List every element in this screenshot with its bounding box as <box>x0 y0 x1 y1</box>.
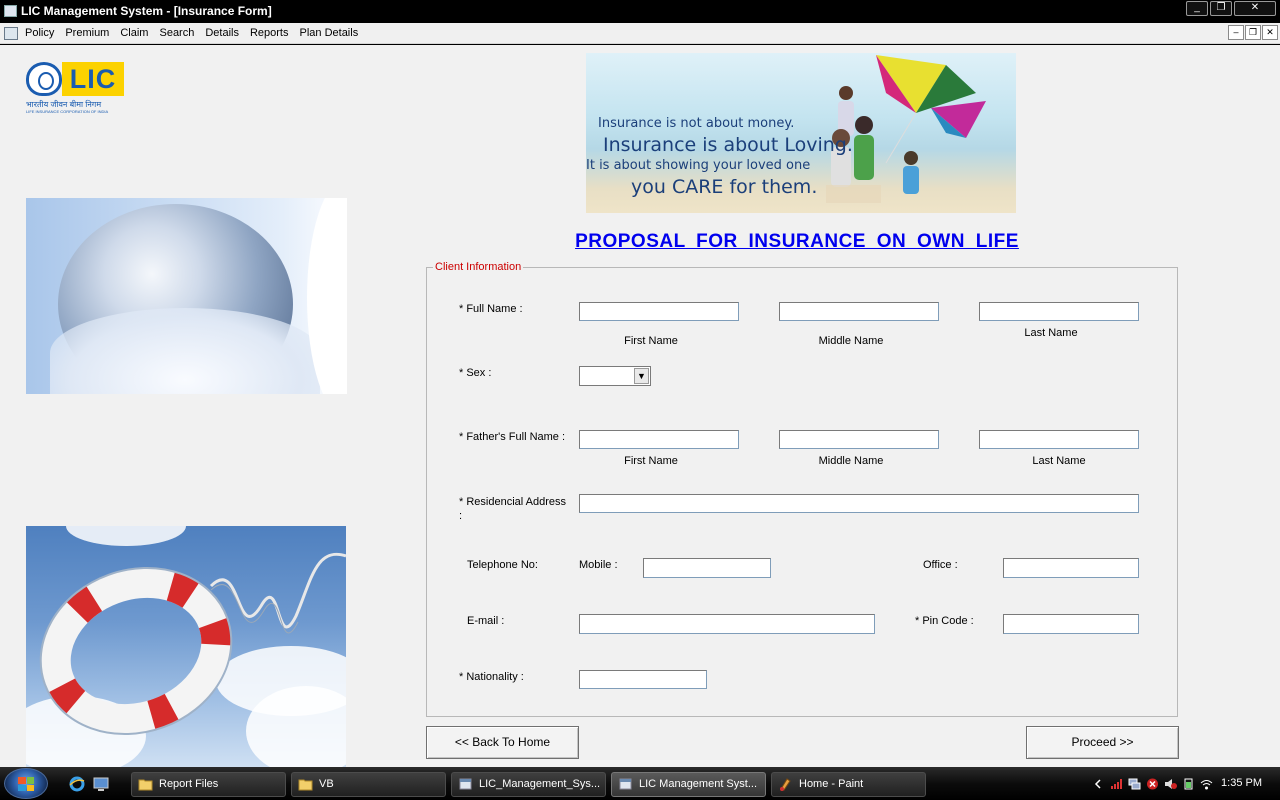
taskbar-item-lic-management-project[interactable]: LIC_Management_Sys... <box>451 772 606 797</box>
middle-name-field[interactable] <box>779 302 939 321</box>
nationality-field[interactable] <box>579 670 707 689</box>
client-information-group: Client Information * Full Name : First N… <box>426 261 1178 717</box>
taskbar-item-label: LIC_Management_Sys... <box>479 778 601 790</box>
address-field[interactable] <box>579 494 1139 513</box>
telephone-label: Telephone No: <box>467 559 538 571</box>
lifebuoy-image <box>26 526 346 767</box>
father-last-name-caption: Last Name <box>1032 455 1086 467</box>
taskbar-item-label: VB <box>319 778 334 790</box>
show-desktop-icon[interactable] <box>93 776 109 792</box>
menu-premium[interactable]: Premium <box>65 27 115 39</box>
email-field[interactable] <box>579 614 875 634</box>
address-label: * Residencial Address : <box>459 496 567 522</box>
office-label: Office : <box>923 559 958 571</box>
banner-line-2: Insurance is about Loving. <box>603 134 853 156</box>
last-name-caption: Last Name <box>1024 327 1078 339</box>
network-icon[interactable] <box>1128 778 1141 790</box>
menu-plan-details[interactable]: Plan Details <box>300 27 365 39</box>
sex-dropdown[interactable]: ▼ <box>579 366 651 386</box>
insurance-banner: Insurance is not about money. Insurance … <box>586 53 1016 213</box>
system-tray: 1:35 PM <box>1090 767 1280 800</box>
pincode-field[interactable] <box>1003 614 1139 634</box>
internet-explorer-icon[interactable] <box>69 776 85 792</box>
last-name-field[interactable] <box>979 302 1139 321</box>
volume-icon[interactable] <box>1164 778 1177 790</box>
banner-line-1: Insurance is not about money. <box>598 116 795 131</box>
father-middle-name-caption: Middle Name <box>818 455 884 467</box>
lic-emblem-icon <box>26 62 62 96</box>
signal-icon[interactable] <box>1110 778 1123 790</box>
taskbar-item-paint[interactable]: Home - Paint <box>771 772 926 797</box>
window-controls: _ ❐ ✕ <box>1186 1 1276 16</box>
mdi-restore-button[interactable]: ❐ <box>1245 25 1261 40</box>
mdi-minimize-button[interactable]: – <box>1228 25 1244 40</box>
taskbar-item-label: LIC Management Syst... <box>639 778 757 790</box>
lic-logo-text: LIC <box>62 62 124 96</box>
office-phone-field[interactable] <box>1003 558 1139 578</box>
battery-icon[interactable] <box>1182 778 1195 790</box>
chevron-left-icon[interactable] <box>1092 778 1105 790</box>
back-to-home-button[interactable]: << Back To Home <box>426 726 579 759</box>
lifebuoy-icon <box>39 552 346 736</box>
wifi-icon[interactable] <box>1200 778 1213 790</box>
proceed-button[interactable]: Proceed >> <box>1026 726 1179 759</box>
mobile-label: Mobile : <box>579 559 618 571</box>
sex-label: * Sex : <box>459 367 492 379</box>
father-first-name-caption: First Name <box>624 455 678 467</box>
mdi-close-button[interactable]: ✕ <box>1262 25 1278 40</box>
taskbar-item-lic-management-system[interactable]: LIC Management Syst... <box>611 772 766 797</box>
menu-bar: Policy Premium Claim Search Details Repo… <box>0 23 1280 44</box>
taskbar-item-label: Home - Paint <box>799 778 864 790</box>
taskbar: Report Files VB LIC_Management_Sys... LI… <box>0 767 1280 800</box>
app-icon <box>619 778 632 790</box>
father-first-name-field[interactable] <box>579 430 739 449</box>
menu-search[interactable]: Search <box>159 27 200 39</box>
lic-logo-corp: LIFE INSURANCE CORPORATION OF INDIA <box>26 109 109 114</box>
fathers-name-label: * Father's Full Name : <box>459 431 566 443</box>
mobile-field[interactable] <box>643 558 771 578</box>
lic-logo: LIC भारतीय जीवन बीमा निगम LIFE INSURANCE… <box>26 62 124 114</box>
insurance-form: LIC भारतीय जीवन बीमा निगम LIFE INSURANCE… <box>0 45 1280 767</box>
document-icon[interactable] <box>4 27 18 40</box>
windows-logo-icon <box>18 777 34 791</box>
chevron-down-icon[interactable]: ▼ <box>634 368 649 384</box>
restore-button[interactable]: ❐ <box>1210 1 1232 16</box>
form-title[interactable]: PROPOSAL FOR INSURANCE ON OWN LIFE <box>426 231 1168 253</box>
father-last-name-field[interactable] <box>979 430 1139 449</box>
nationality-label: * Nationality : <box>459 671 524 683</box>
first-name-field[interactable] <box>579 302 739 321</box>
security-alert-icon[interactable] <box>1146 778 1159 790</box>
taskbar-item-vb[interactable]: VB <box>291 772 446 797</box>
full-name-label: * Full Name : <box>459 303 523 315</box>
close-button[interactable]: ✕ <box>1234 1 1276 16</box>
minimize-button[interactable]: _ <box>1186 1 1208 16</box>
folder-icon <box>138 779 153 791</box>
group-label: Client Information <box>433 261 524 273</box>
middle-name-caption: Middle Name <box>818 335 884 347</box>
banner-line-3: It is about showing your loved one <box>586 158 811 173</box>
menu-policy[interactable]: Policy <box>25 27 60 39</box>
taskbar-item-label: Report Files <box>159 778 219 790</box>
window-title: LIC Management System - [Insurance Form] <box>21 4 272 18</box>
system-clock[interactable]: 1:35 PM <box>1221 777 1262 789</box>
paint-icon <box>780 778 791 791</box>
menu-details[interactable]: Details <box>205 27 245 39</box>
email-label: E-mail : <box>467 615 505 627</box>
first-name-caption: First Name <box>624 335 678 347</box>
app-icon <box>459 778 472 790</box>
banner-line-4: you CARE for them. <box>631 176 818 198</box>
app-icon <box>4 5 17 17</box>
menu-reports[interactable]: Reports <box>250 27 295 39</box>
window-titlebar[interactable]: LIC Management System - [Insurance Form]… <box>0 0 1280 23</box>
folder-icon <box>298 779 313 791</box>
taskbar-item-report-files[interactable]: Report Files <box>131 772 286 797</box>
mdi-controls: – ❐ ✕ <box>1228 25 1278 40</box>
father-middle-name-field[interactable] <box>779 430 939 449</box>
pincode-label: * Pin Code : <box>915 615 974 627</box>
menu-claim[interactable]: Claim <box>120 27 154 39</box>
globe-in-hands-image <box>26 198 347 394</box>
start-button[interactable] <box>4 768 48 799</box>
